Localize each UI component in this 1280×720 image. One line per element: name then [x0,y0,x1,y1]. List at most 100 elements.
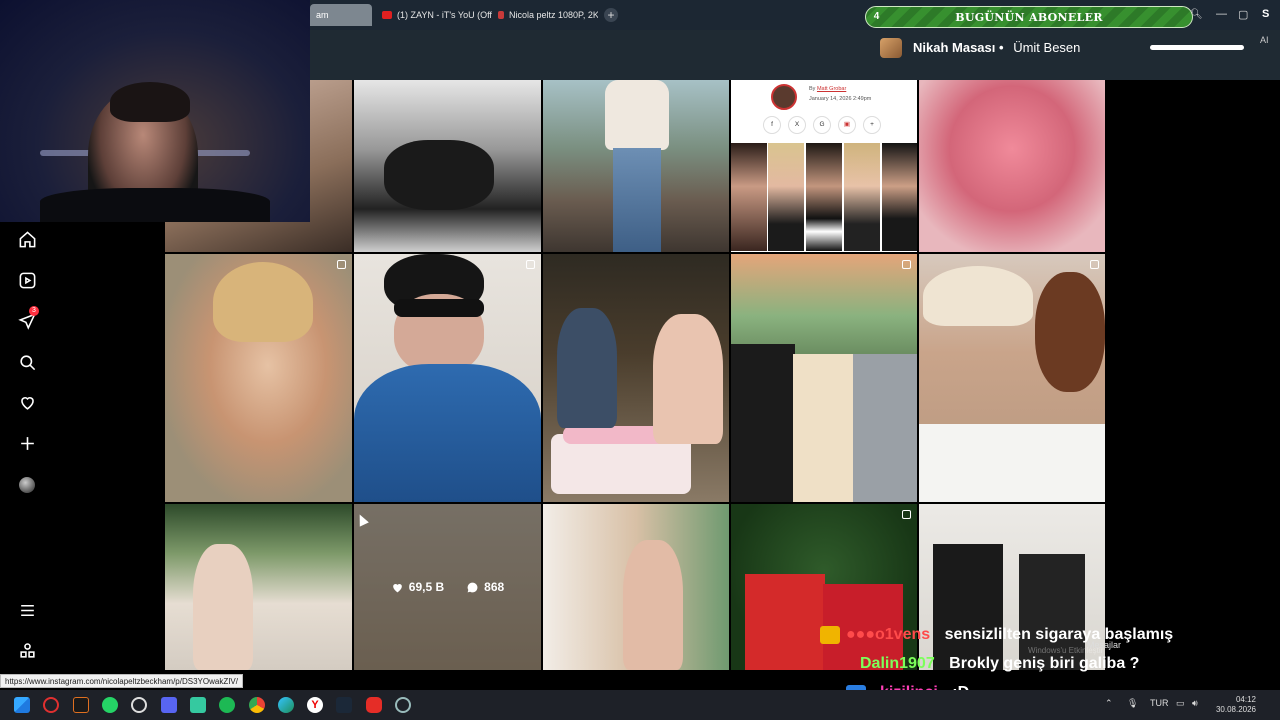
close-icon[interactable]: S [1262,8,1269,20]
post-thumbnail[interactable] [354,254,541,502]
multi-post-icon [1090,260,1099,269]
spotify-icon[interactable] [219,697,235,713]
app-icon[interactable] [190,697,206,713]
search-icon[interactable] [17,352,37,372]
post-thumbnail[interactable] [165,254,352,502]
youtube-icon[interactable] [366,697,382,713]
tab-label: Nicola peltz 1080P, 2K, 4K [509,10,598,20]
post-thumbnail[interactable] [354,80,541,252]
home-icon[interactable] [17,229,37,249]
link-preview-url: https://www.instagram.com/nicolapeltzbec… [0,674,243,688]
portrait-photo [806,143,842,251]
comment-icon [467,582,478,592]
post-thumbnail-article[interactable]: By Matt Grobar January 14, 2026 2:49pm f… [731,80,917,252]
portrait-photo [844,143,880,251]
post-thumbnail[interactable] [543,254,729,502]
youtube-icon [382,11,392,19]
steam-icon[interactable] [336,697,352,713]
ai-label: AI [1260,35,1269,45]
webcam-overlay [0,0,310,222]
tab-label: (1) ZAYN - iT's YoU (Offici [397,10,492,20]
heart-icon[interactable] [17,392,37,412]
messages-icon[interactable]: 3 [17,306,39,331]
subscriber-badge-icon [820,626,840,644]
chat-username: Dalin1907 [860,655,935,672]
song-artist: Ümit Besen [1013,40,1081,55]
facebook-icon: f [763,116,781,134]
maximize-icon[interactable]: ▢ [1238,8,1248,21]
portrait-photo [882,143,917,251]
whatsapp-icon[interactable] [102,697,118,713]
discord-icon[interactable] [161,697,177,713]
multi-post-icon [337,260,346,269]
notification-badge: 3 [29,306,39,316]
start-icon[interactable] [14,697,30,713]
chrome-icon[interactable] [249,697,265,713]
chat-text: sensizlilten sigaraya başlamış [944,626,1174,643]
author-avatar [771,84,797,110]
network-icon[interactable]: ▭ [1176,698,1185,709]
new-tab-button[interactable]: + [604,8,618,22]
likes-count: 69,5 B [391,580,444,594]
flipboard-icon: ▣ [838,116,856,134]
chat-message: ●●●o1vens sensizlilten sigaraya başlamış [846,626,1173,644]
microphone-icon[interactable]: 🎙︎ [1127,698,1138,709]
reels-icon[interactable] [17,270,37,290]
playback-progress-bar [1150,45,1244,50]
volume-icon[interactable]: 🔊︎ [1192,698,1198,709]
song-title: Nikah Masası [913,40,996,55]
obs-icon[interactable] [131,697,147,713]
clock-time: 04:12 [1235,695,1256,704]
create-icon[interactable] [17,433,37,453]
post-thumbnail[interactable] [543,80,729,252]
yandex-icon[interactable]: Y [307,697,323,713]
multi-post-icon [526,260,535,269]
post-thumbnail-hovered[interactable]: 69,5 B 868 [354,504,541,670]
post-thumbnail[interactable] [165,504,352,670]
post-hover-overlay: 69,5 B 868 [354,504,541,670]
portrait-photo [731,143,767,251]
share-buttons: f X G ▣ + [763,116,881,134]
search-icon[interactable]: 🔍︎ [1190,9,1203,20]
browser-tab-zayn[interactable]: (1) ZAYN - iT's YoU (Offici [376,4,492,26]
chat-text: Brokly geniş biri galiba ? [949,655,1140,672]
post-thumbnail[interactable] [919,254,1105,502]
author-link: Matt Grobar [816,86,847,92]
tab-label: am [316,10,329,20]
article-date: January 14, 2026 2:49pm [809,96,872,102]
settings-icon[interactable] [395,697,411,713]
heart-icon [392,583,402,592]
portrait-photo [768,143,804,251]
opera-icon[interactable] [43,697,59,713]
chevron-up-icon[interactable]: ⌃ [1105,698,1113,709]
edge-icon[interactable] [278,697,294,713]
separator: • [999,40,1004,55]
browser-tab-active[interactable]: am [310,4,372,26]
minimize-icon[interactable]: — [1216,8,1227,20]
album-art-icon [880,38,902,58]
multi-post-icon [902,510,911,519]
pinterest-icon [498,11,504,19]
subscriber-title: BUGÜNÜN ABONELER [955,11,1103,24]
subscriber-goal-widget: 4 BUGÜNÜN ABONELER [865,6,1193,28]
chat-message: Dalin1907 Brokly geniş biri galiba ? [860,655,1139,673]
language-indicator[interactable]: TUR [1150,698,1169,708]
profile-avatar[interactable] [17,475,37,495]
now-playing: Nikah Masası • Ümit Besen [913,40,1080,55]
app-icon[interactable] [73,697,89,713]
system-clock[interactable]: 04:12 30.08.2026 [1208,695,1256,715]
post-thumbnail[interactable] [919,80,1105,252]
browser-tab-nicola[interactable]: Nicola peltz 1080P, 2K, 4K [492,4,598,26]
clock-date: 30.08.2026 [1215,705,1256,714]
post-thumbnail[interactable] [731,254,917,502]
also-from-meta-icon[interactable] [17,640,37,660]
more-share-icon: + [863,116,881,134]
article-byline: By Matt Grobar [809,86,847,92]
windows-taskbar: Y ⌃ 🎙︎ TUR ▭ 🔊︎ 04:12 30.08.2026 [0,690,1280,720]
comments-count: 868 [466,580,504,594]
multi-post-icon [902,260,911,269]
chat-username: ●●●o1vens [846,626,931,643]
menu-icon[interactable] [17,600,37,620]
google-icon: G [813,116,831,134]
post-thumbnail[interactable] [543,504,729,670]
